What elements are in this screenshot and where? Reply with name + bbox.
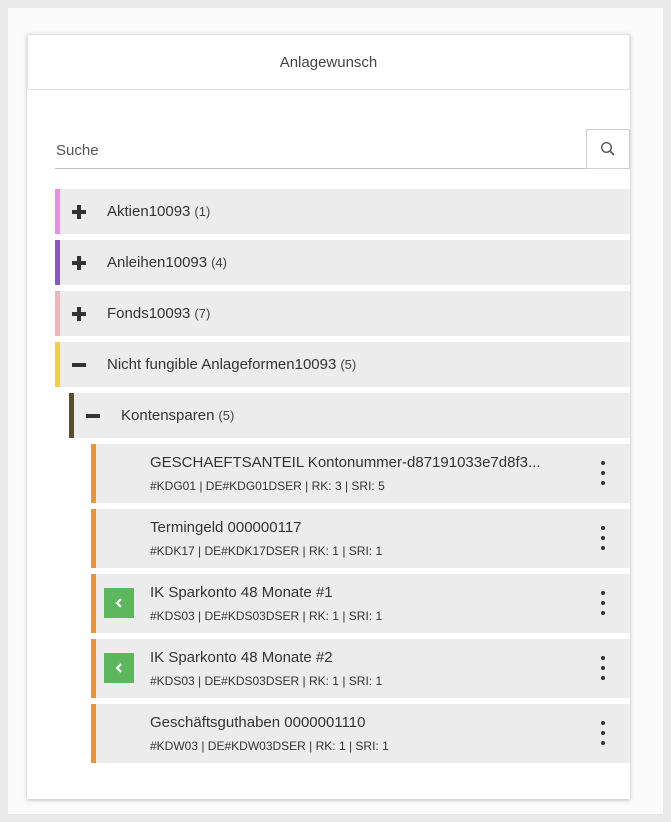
product-meta: #KDG01 | DE#KDG01DSER | RK: 3 | SRI: 5 <box>150 479 385 493</box>
chevron-left-icon <box>115 598 122 608</box>
chevron-left-icon <box>115 663 122 673</box>
product-meta: #KDS03 | DE#KDS03DSER | RK: 1 | SRI: 1 <box>150 609 383 623</box>
more-vert-icon[interactable] <box>600 721 606 745</box>
search-button[interactable] <box>586 129 630 169</box>
product-title: IK Sparkonto 48 Monate #1 <box>150 584 333 601</box>
tree-node-fonds[interactable]: Fonds10093 (7) <box>55 291 630 336</box>
anlagewunsch-panel: Anlagewunsch Aktien10093 (1) Anleihen100… <box>27 34 630 799</box>
product-meta: #KDK17 | DE#KDK17DSER | RK: 1 | SRI: 1 <box>150 544 383 558</box>
tree-node-nicht-fungible[interactable]: Nicht fungible Anlageformen10093 (5) <box>55 342 630 387</box>
search-bar <box>55 129 630 169</box>
tree-node-aktien[interactable]: Aktien10093 (1) <box>55 189 630 234</box>
product-item[interactable]: Termingeld 000000117 #KDK17 | DE#KDK17DS… <box>91 509 630 568</box>
tree-node-kontensparen[interactable]: Kontensparen (5) <box>69 393 630 438</box>
panel-header: Anlagewunsch <box>27 34 630 90</box>
tree-node-count: (1) <box>194 204 211 219</box>
more-vert-icon[interactable] <box>600 461 606 485</box>
tree-node-count: (4) <box>211 255 227 270</box>
expand-icon[interactable] <box>72 204 86 219</box>
product-meta: #KDW03 | DE#KDW03DSER | RK: 1 | SRI: 1 <box>150 739 389 753</box>
product-item[interactable]: IK Sparkonto 48 Monate #2 #KDS03 | DE#KD… <box>91 639 630 698</box>
chevron-left-button[interactable] <box>104 588 134 618</box>
tree-node-count: (7) <box>194 306 211 321</box>
tree-node-count: (5) <box>218 408 235 423</box>
more-vert-icon[interactable] <box>600 656 606 680</box>
product-meta: #KDS03 | DE#KDS03DSER | RK: 1 | SRI: 1 <box>150 674 383 688</box>
panel-title: Anlagewunsch <box>279 53 378 71</box>
tree-node-label: Anleihen10093 <box>107 254 208 271</box>
collapse-icon[interactable] <box>72 358 86 372</box>
search-input[interactable] <box>55 132 586 169</box>
product-title: Termingeld 000000117 <box>150 519 302 536</box>
product-title: IK Sparkonto 48 Monate #2 <box>150 649 333 666</box>
product-item[interactable]: GESCHAEFTSANTEIL Kontonummer-d87191033e7… <box>91 444 630 503</box>
tree-node-label: Aktien10093 <box>107 203 191 220</box>
product-title: GESCHAEFTSANTEIL Kontonummer-d87191033e7… <box>150 454 541 471</box>
more-vert-icon[interactable] <box>600 591 606 615</box>
tree-node-count: (5) <box>340 357 357 372</box>
expand-icon[interactable] <box>72 306 86 321</box>
product-title: Geschäftsguthaben 0000001110 <box>150 714 366 731</box>
tree-node-anleihen[interactable]: Anleihen10093 (4) <box>55 240 630 285</box>
product-item[interactable]: IK Sparkonto 48 Monate #1 #KDS03 | DE#KD… <box>91 574 630 633</box>
product-item[interactable]: Geschäftsguthaben 0000001110 #KDW03 | DE… <box>91 704 630 763</box>
asset-tree: Aktien10093 (1) Anleihen10093 (4) Fonds1… <box>55 189 630 769</box>
search-icon <box>600 141 615 156</box>
expand-icon[interactable] <box>72 255 86 270</box>
collapse-icon[interactable] <box>86 409 100 423</box>
tree-node-label: Fonds10093 <box>107 305 191 322</box>
tree-node-label: Kontensparen <box>121 407 215 424</box>
more-vert-icon[interactable] <box>600 526 606 550</box>
chevron-left-button[interactable] <box>104 653 134 683</box>
tree-node-label: Nicht fungible Anlageformen10093 <box>107 356 337 373</box>
